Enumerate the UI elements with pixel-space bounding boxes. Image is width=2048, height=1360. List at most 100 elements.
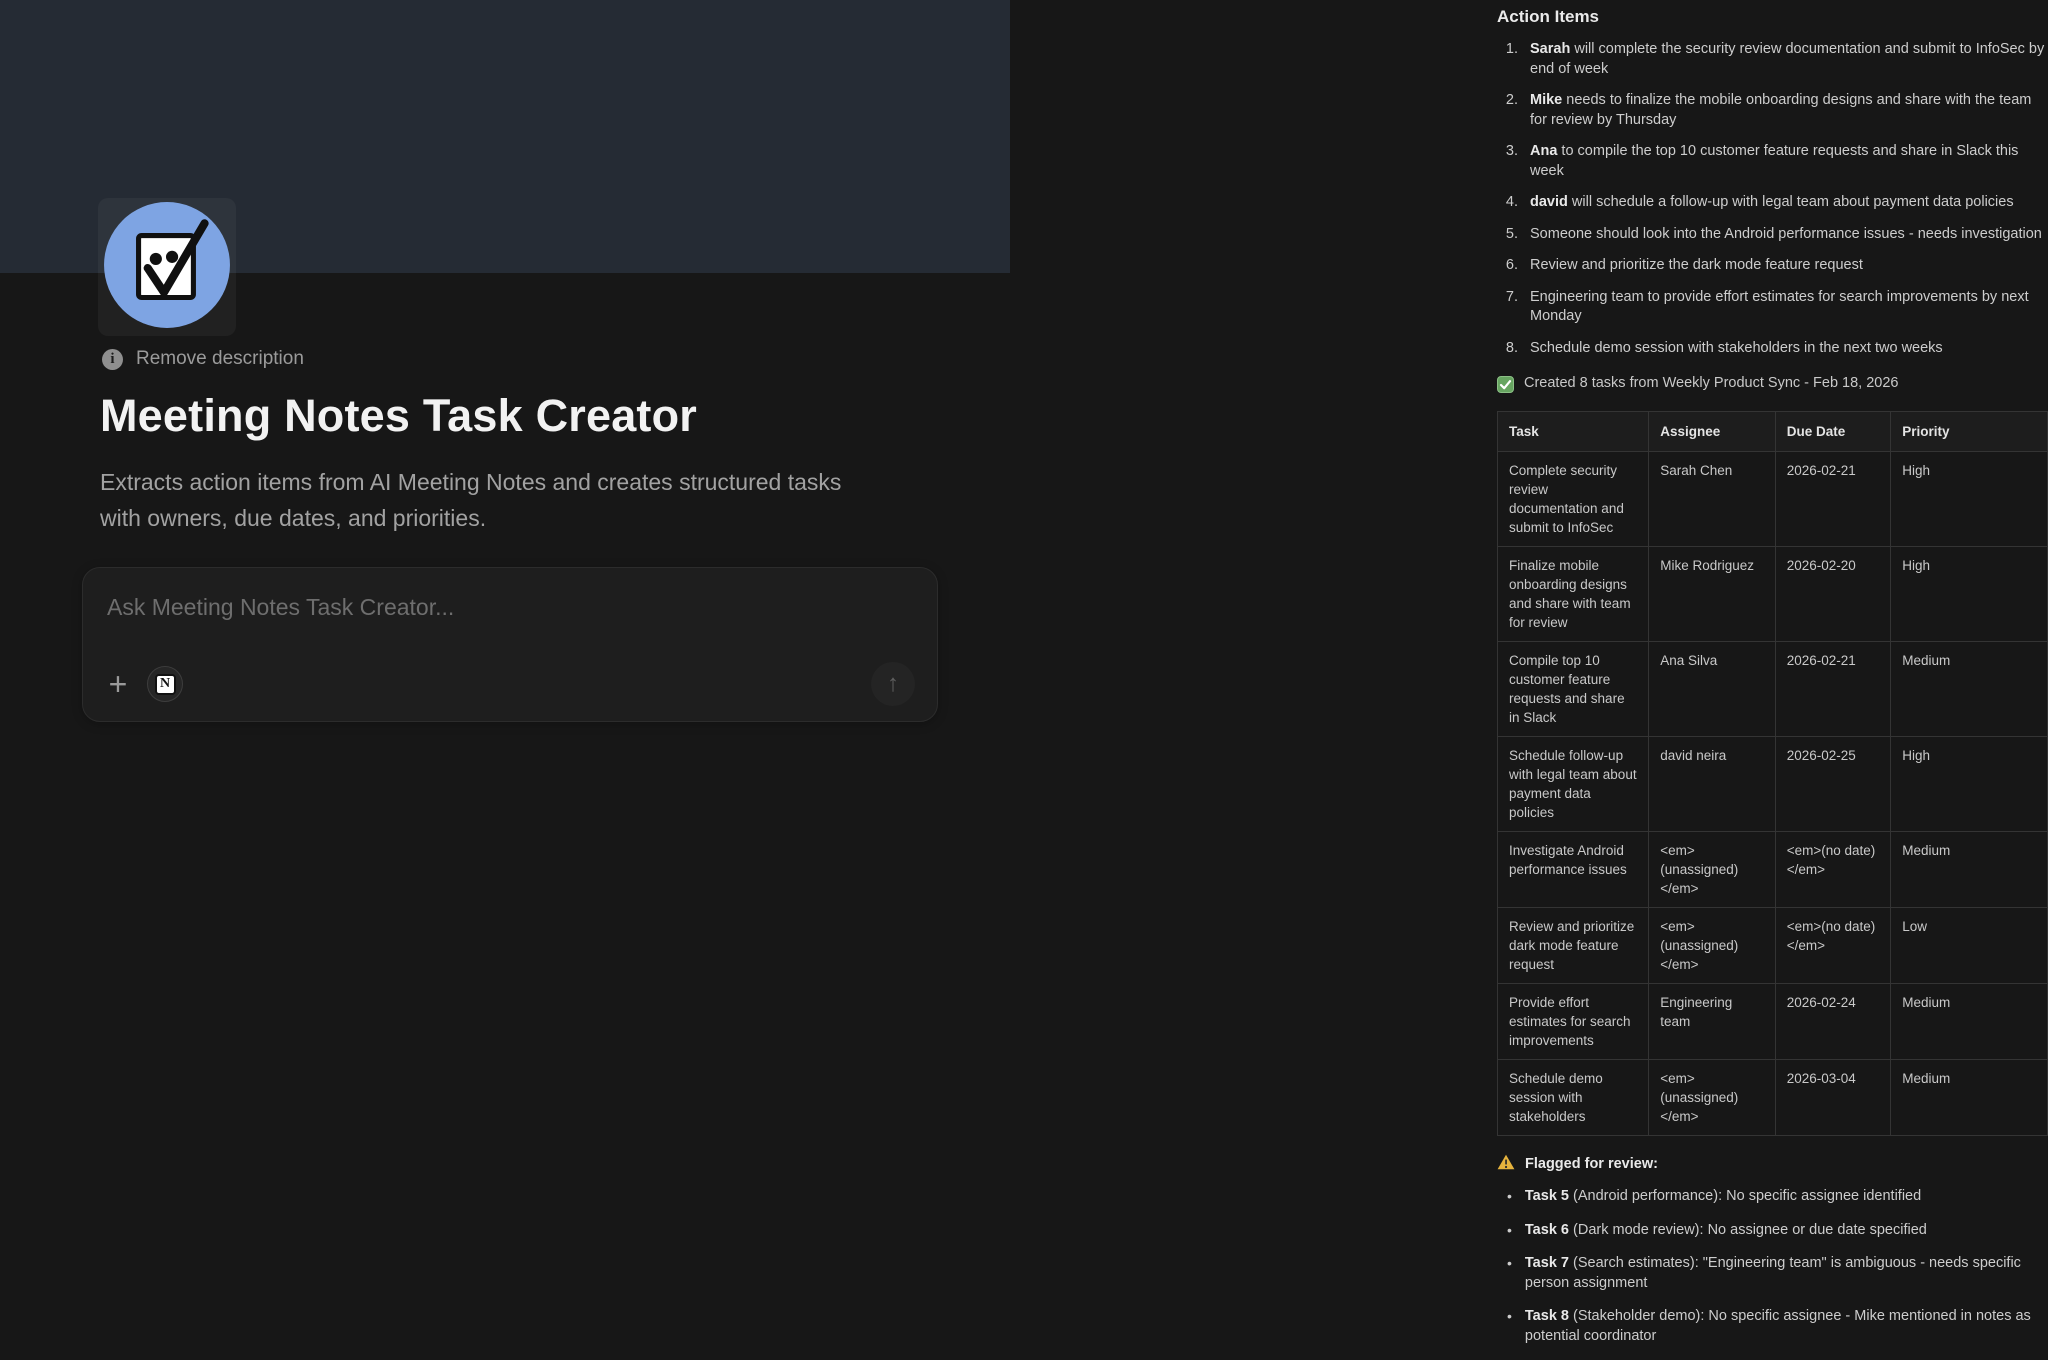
bullet-icon: • xyxy=(1507,1187,1512,1207)
action-item: 7. Engineering team to provide effort es… xyxy=(1497,288,2048,327)
flagged-item-text: Task 5 (Android performance): No specifi… xyxy=(1525,1187,1921,1207)
action-item-text: david will schedule a follow-up with leg… xyxy=(1530,193,2014,213)
prompt-input[interactable]: Ask Meeting Notes Task Creator... xyxy=(107,594,454,621)
action-item-number: 3. xyxy=(1497,142,1518,181)
table-row: Investigate Android performance issues <… xyxy=(1498,832,2048,908)
assignee-cell: david neira xyxy=(1649,737,1776,832)
task-cell: Complete security review documentation a… xyxy=(1498,452,1649,547)
action-item-number: 4. xyxy=(1497,193,1518,213)
due-date-cell: 2026-02-21 xyxy=(1775,642,1891,737)
bullet-icon: • xyxy=(1507,1307,1512,1346)
tasks-table-header-cell: Due Date xyxy=(1775,412,1891,452)
results-panel: Action Items 1. Sarah will complete the … xyxy=(1497,0,2048,1360)
flagged-item-rest: (Dark mode review): No assignee or due d… xyxy=(1569,1222,1927,1238)
table-row: Schedule follow-up with legal team about… xyxy=(1498,737,2048,832)
table-row: Finalize mobile onboarding designs and s… xyxy=(1498,547,2048,642)
task-cell: Schedule follow-up with legal team about… xyxy=(1498,737,1649,832)
assignee-cell: <em>(unassigned) </em> xyxy=(1649,908,1776,984)
action-item-number: 2. xyxy=(1497,91,1518,130)
task-cell: Investigate Android performance issues xyxy=(1498,832,1649,908)
attach-plus-icon[interactable]: + xyxy=(105,668,131,700)
priority-cell: High xyxy=(1891,452,2048,547)
flagged-list: • Task 5 (Android performance): No speci… xyxy=(1497,1187,2048,1346)
priority-cell: Medium xyxy=(1891,1060,2048,1136)
tasks-table-body: Complete security review documentation a… xyxy=(1498,452,2048,1136)
task-cell: Review and prioritize dark mode feature … xyxy=(1498,908,1649,984)
task-cell: Finalize mobile onboarding designs and s… xyxy=(1498,547,1649,642)
assignee-cell: <em>(unassigned) </em> xyxy=(1649,1060,1776,1136)
flagged-heading-row: Flagged for review: xyxy=(1497,1154,2048,1174)
priority-cell: Medium xyxy=(1891,642,2048,737)
send-button[interactable]: ↑ xyxy=(871,662,915,706)
task-cell: Provide effort estimates for search impr… xyxy=(1498,984,1649,1060)
agent-prompt-card: Ask Meeting Notes Task Creator... + N ↑ xyxy=(82,567,938,722)
action-item-rest: will complete the security review docume… xyxy=(1530,41,2044,77)
bullet-icon: • xyxy=(1507,1221,1512,1241)
tasks-table: TaskAssigneeDue DatePriority Complete se… xyxy=(1497,411,2048,1136)
flagged-item-task: Task 8 xyxy=(1525,1308,1569,1324)
action-items-list: 1. Sarah will complete the security revi… xyxy=(1497,40,2048,358)
action-item: 3. Ana to compile the top 10 customer fe… xyxy=(1497,142,2048,181)
flagged-item-rest: (Stakeholder demo): No specific assignee… xyxy=(1525,1308,2031,1344)
flagged-item-task: Task 7 xyxy=(1525,1255,1569,1271)
assignee-cell: Sarah Chen xyxy=(1649,452,1776,547)
action-item: 5. Someone should look into the Android … xyxy=(1497,225,2048,245)
action-item-rest: Review and prioritize the dark mode feat… xyxy=(1530,257,1863,273)
due-date-cell: 2026-03-04 xyxy=(1775,1060,1891,1136)
table-row: Compile top 10 customer feature requests… xyxy=(1498,642,2048,737)
flagged-item-text: Task 6 (Dark mode review): No assignee o… xyxy=(1525,1221,1927,1241)
table-row: Provide effort estimates for search impr… xyxy=(1498,984,2048,1060)
priority-cell: Low xyxy=(1891,908,2048,984)
flagged-item-task: Task 6 xyxy=(1525,1222,1569,1238)
arrow-up-icon: ↑ xyxy=(887,672,899,696)
flagged-item: • Task 5 (Android performance): No speci… xyxy=(1497,1187,2048,1207)
tasks-table-header-row: TaskAssigneeDue DatePriority xyxy=(1498,412,2048,452)
creation-status-text: Created 8 tasks from Weekly Product Sync… xyxy=(1524,375,1899,391)
action-item-number: 7. xyxy=(1497,288,1518,327)
action-item: 1. Sarah will complete the security revi… xyxy=(1497,40,2048,79)
flagged-item: • Task 6 (Dark mode review): No assignee… xyxy=(1497,1221,2048,1241)
table-row: Review and prioritize dark mode feature … xyxy=(1498,908,2048,984)
page-description[interactable]: Extracts action items from AI Meeting No… xyxy=(100,464,880,536)
priority-cell: Medium xyxy=(1891,832,2048,908)
remove-description-button[interactable]: i Remove description xyxy=(102,348,304,370)
action-item: 2. Mike needs to finalize the mobile onb… xyxy=(1497,91,2048,130)
warning-icon xyxy=(1497,1154,1515,1174)
tasks-table-header-cell: Assignee xyxy=(1649,412,1776,452)
due-date-cell: 2026-02-20 xyxy=(1775,547,1891,642)
creation-status-row: Created 8 tasks from Weekly Product Sync… xyxy=(1497,375,2048,397)
tasks-table-header-cell: Priority xyxy=(1891,412,2048,452)
priority-cell: High xyxy=(1891,547,2048,642)
notion-source-button[interactable]: N xyxy=(147,666,183,702)
flagged-item-rest: (Android performance): No specific assig… xyxy=(1569,1188,1921,1204)
due-date-cell: <em>(no date) </em> xyxy=(1775,832,1891,908)
action-item-owner: Mike xyxy=(1530,92,1562,108)
action-item-owner: Ana xyxy=(1530,143,1557,159)
bullet-icon: • xyxy=(1507,1254,1512,1293)
flagged-item: • Task 7 (Search estimates): "Engineerin… xyxy=(1497,1254,2048,1293)
action-item-rest: will schedule a follow-up with legal tea… xyxy=(1568,194,2014,210)
action-item-number: 6. xyxy=(1497,256,1518,276)
page-title[interactable]: Meeting Notes Task Creator xyxy=(100,390,697,442)
due-date-cell: 2026-02-24 xyxy=(1775,984,1891,1060)
due-date-cell: 2026-02-25 xyxy=(1775,737,1891,832)
assignee-cell: Engineering team xyxy=(1649,984,1776,1060)
action-items-heading: Action Items xyxy=(1497,7,2048,27)
priority-cell: Medium xyxy=(1891,984,2048,1060)
table-row: Schedule demo session with stakeholders … xyxy=(1498,1060,2048,1136)
action-item-text: Ana to compile the top 10 customer featu… xyxy=(1530,142,2048,181)
action-item: 6. Review and prioritize the dark mode f… xyxy=(1497,256,2048,276)
assignee-cell: Ana Silva xyxy=(1649,642,1776,737)
ballot-box-check-icon xyxy=(102,200,232,335)
notion-icon: N xyxy=(155,674,176,695)
remove-description-label: Remove description xyxy=(136,348,304,370)
action-item: 4. david will schedule a follow-up with … xyxy=(1497,193,2048,213)
page-icon-button[interactable] xyxy=(98,198,236,336)
action-item-rest: needs to finalize the mobile onboarding … xyxy=(1530,92,2031,128)
assignee-cell: <em>(unassigned) </em> xyxy=(1649,832,1776,908)
action-item-number: 1. xyxy=(1497,40,1518,79)
action-item-rest: to compile the top 10 customer feature r… xyxy=(1530,143,2018,179)
flagged-heading-text: Flagged for review: xyxy=(1525,1156,1658,1172)
action-item-text: Review and prioritize the dark mode feat… xyxy=(1530,256,1863,276)
action-item-text: Someone should look into the Android per… xyxy=(1530,225,2042,245)
